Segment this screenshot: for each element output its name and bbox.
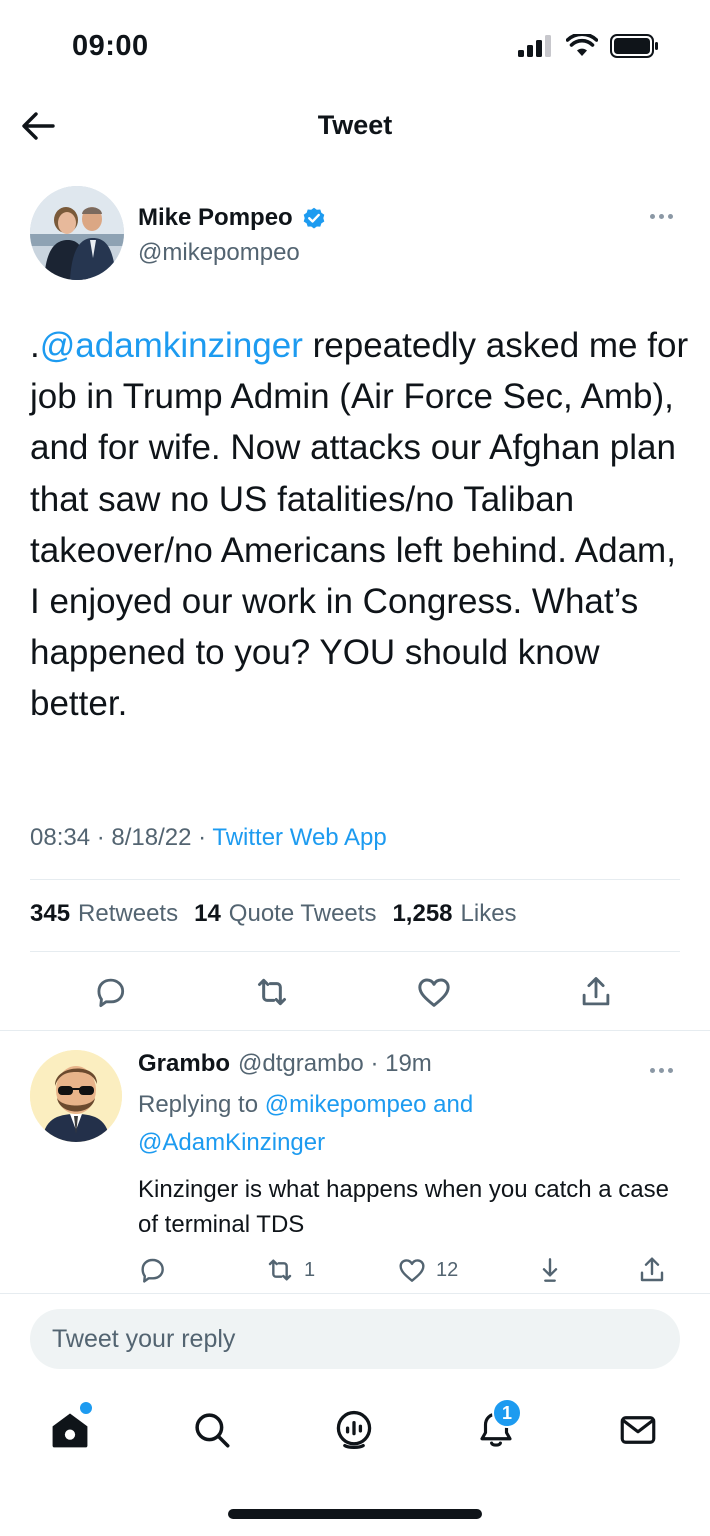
replying-to-link[interactable]: @AdamKinzinger bbox=[138, 1129, 325, 1156]
divider bbox=[0, 1293, 710, 1294]
reply-author-handle[interactable]: @dtgrambo bbox=[238, 1050, 364, 1077]
author-handle[interactable]: @mikepompeo bbox=[138, 239, 300, 267]
reply-tweet[interactable]: Grambo @dtgrambo · 19m Replying to @mikep… bbox=[0, 1032, 710, 1292]
reply-age: 19m bbox=[385, 1050, 432, 1077]
reply-button[interactable] bbox=[136, 1250, 168, 1290]
tab-notifications[interactable]: 1 bbox=[466, 1398, 526, 1460]
quote-tweets-stat[interactable]: 14 Quote Tweets bbox=[194, 900, 376, 928]
more-icon[interactable] bbox=[646, 1060, 676, 1080]
share-icon bbox=[582, 977, 610, 1006]
status-bar: 09:00 bbox=[0, 0, 710, 92]
retweet-button[interactable]: 1 bbox=[264, 1250, 315, 1290]
reply-actions: 1 12 bbox=[0, 1250, 710, 1290]
retweet-button[interactable] bbox=[248, 968, 296, 1016]
wifi-icon bbox=[566, 34, 598, 56]
verified-badge-icon bbox=[303, 207, 324, 229]
share-button[interactable] bbox=[636, 1250, 668, 1290]
home-icon bbox=[52, 1413, 88, 1448]
battery-icon bbox=[610, 34, 658, 58]
notifications-badge: 1 bbox=[492, 1398, 522, 1428]
tweet-stats: 345 Retweets 14 Quote Tweets 1,258 Likes bbox=[30, 900, 517, 928]
page-title: Tweet bbox=[317, 110, 393, 140]
like-button[interactable]: 12 bbox=[396, 1250, 458, 1290]
tab-bar: 1 bbox=[0, 1390, 710, 1470]
reply-compose-bar[interactable] bbox=[30, 1309, 680, 1369]
reply-input[interactable] bbox=[52, 1324, 658, 1354]
tab-search[interactable] bbox=[182, 1400, 242, 1460]
tweet-actions bbox=[30, 968, 680, 1018]
like-icon bbox=[399, 1259, 425, 1282]
like-icon bbox=[418, 978, 450, 1007]
share-icon bbox=[640, 1257, 664, 1282]
reply-button[interactable] bbox=[86, 968, 134, 1016]
reply-text: Kinzinger is what happens when you catch… bbox=[138, 1176, 669, 1238]
search-icon bbox=[195, 1413, 230, 1448]
reply-icon bbox=[141, 1258, 164, 1283]
tweet-meta: 08:34 · 8/18/22 · Twitter Web App bbox=[30, 824, 387, 851]
author-name[interactable]: Mike Pompeo bbox=[138, 204, 293, 232]
more-icon[interactable] bbox=[646, 206, 676, 226]
tweet-text: .@adamkinzinger repeatedly asked me for … bbox=[30, 326, 689, 724]
tweet-time: 08:34 bbox=[30, 824, 91, 851]
like-button[interactable] bbox=[410, 968, 458, 1016]
signal-icon bbox=[518, 35, 551, 57]
share-button[interactable] bbox=[572, 968, 620, 1016]
spaces-icon bbox=[336, 1410, 372, 1450]
likes-stat[interactable]: 1,258 Likes bbox=[392, 900, 516, 928]
avatar[interactable] bbox=[30, 186, 124, 280]
bookmark-button[interactable] bbox=[534, 1250, 566, 1290]
tweet-date: 8/18/22 bbox=[111, 824, 192, 851]
mention-link[interactable]: @adamkinzinger bbox=[40, 326, 303, 365]
retweet-count: 1 bbox=[304, 1258, 316, 1281]
divider bbox=[30, 879, 680, 880]
tab-messages[interactable] bbox=[608, 1400, 668, 1460]
replying-to: Replying to @mikepompeo and @AdamKinzinge… bbox=[138, 1091, 474, 1156]
tab-spaces[interactable] bbox=[324, 1400, 384, 1460]
reply-icon bbox=[97, 978, 125, 1008]
retweets-stat[interactable]: 345 Retweets bbox=[30, 900, 178, 928]
replying-to-link[interactable]: @mikepompeo bbox=[265, 1091, 427, 1118]
home-unread-dot bbox=[80, 1402, 92, 1414]
tweet-source-link[interactable]: Twitter Web App bbox=[212, 824, 386, 851]
retweet-icon bbox=[268, 1259, 292, 1281]
divider bbox=[0, 1030, 710, 1031]
messages-icon bbox=[620, 1416, 656, 1444]
avatar[interactable] bbox=[30, 1050, 122, 1142]
header: Tweet bbox=[0, 92, 710, 160]
bookmark-icon bbox=[542, 1258, 558, 1282]
reply-author-name[interactable]: Grambo bbox=[138, 1050, 230, 1077]
status-time: 09:00 bbox=[72, 30, 149, 62]
like-count: 12 bbox=[436, 1258, 459, 1281]
status-icons bbox=[518, 34, 660, 58]
tweet-author: Mike Pompeo @mikepompeo bbox=[30, 186, 680, 286]
home-indicator bbox=[228, 1509, 482, 1519]
divider bbox=[30, 951, 680, 952]
retweet-icon bbox=[258, 978, 286, 1006]
tab-home[interactable] bbox=[40, 1400, 100, 1460]
